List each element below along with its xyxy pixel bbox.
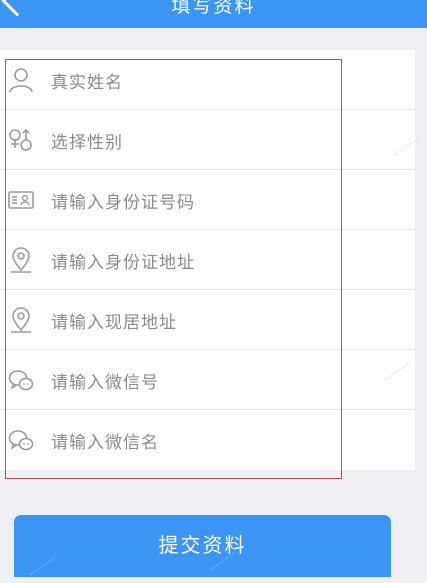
real-name-placeholder: 真实姓名	[51, 73, 123, 93]
current-address-field[interactable]: 请输入现居地址	[0, 290, 415, 350]
current-address-placeholder: 请输入现居地址	[51, 313, 177, 333]
top-nav-bar: 填写资料	[0, 0, 427, 28]
gender-field[interactable]: 选择性别	[0, 110, 415, 170]
id-card-icon	[8, 191, 34, 209]
submit-button[interactable]: 提交资料	[14, 515, 391, 577]
real-name-field[interactable]: 真实姓名	[0, 50, 415, 110]
wechat-id-placeholder: 请输入微信号	[51, 373, 159, 393]
wechat-icon	[8, 370, 34, 391]
id-number-placeholder: 请输入身份证号码	[51, 193, 195, 213]
user-icon	[9, 68, 33, 93]
gender-icon	[9, 128, 32, 151]
location-pin-icon	[11, 247, 31, 273]
gender-placeholder: 选择性别	[51, 133, 123, 153]
profile-form: 真实姓名 选择性别 请输入身份证号码 请输入身份证地址 请输入现居地址 请输入微…	[0, 50, 415, 470]
wechat-name-field[interactable]: 请输入微信名	[0, 410, 415, 470]
wechat-icon	[8, 430, 34, 451]
id-address-placeholder: 请输入身份证地址	[51, 253, 195, 273]
wechat-name-placeholder: 请输入微信名	[51, 433, 159, 453]
wechat-id-field[interactable]: 请输入微信号	[0, 350, 415, 410]
page-title: 填写资料	[171, 0, 256, 17]
location-pin-icon	[11, 307, 31, 333]
id-number-field[interactable]: 请输入身份证号码	[0, 170, 415, 230]
id-address-field[interactable]: 请输入身份证地址	[0, 230, 415, 290]
